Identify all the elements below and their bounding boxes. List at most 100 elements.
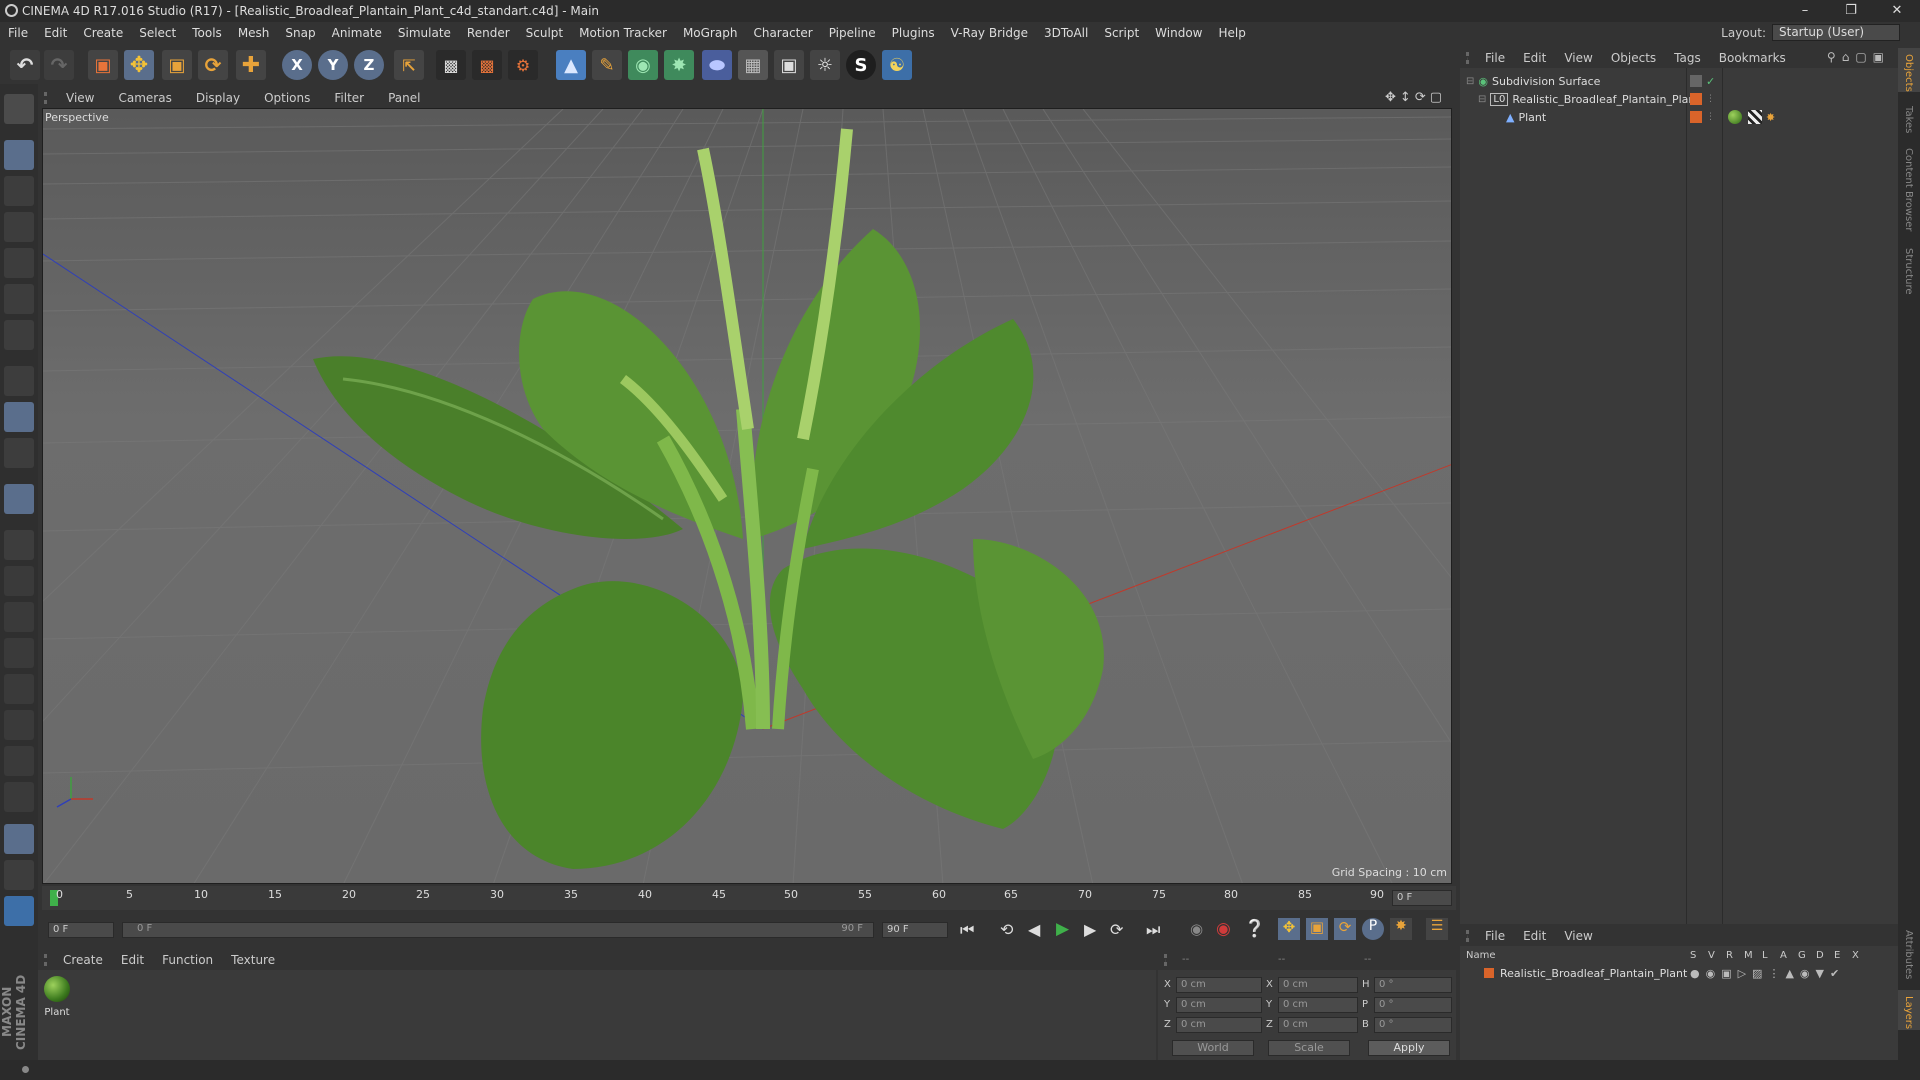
column-g[interactable]: G <box>1798 950 1806 961</box>
object-row-plant[interactable]: ▲ Plant ⋮ ✸ <box>1460 108 1898 126</box>
menu-3dtoall[interactable]: 3DToAll <box>1036 26 1096 40</box>
layer-color-icon[interactable] <box>1690 75 1702 87</box>
layers-menu-file[interactable]: File <box>1476 929 1514 943</box>
size-mode-dropdown[interactable]: Scale <box>1268 1040 1350 1056</box>
viewport-menu-panel[interactable]: Panel <box>376 91 432 105</box>
sculpt-smooth-icon[interactable] <box>4 638 34 668</box>
phong-tag-icon[interactable]: ✸ <box>1766 111 1775 124</box>
minimize-button[interactable]: – <box>1782 0 1828 22</box>
layer-row[interactable]: Realistic_Broadleaf_Plantain_Plant ●◉▣▷▨… <box>1460 964 1898 982</box>
menu-help[interactable]: Help <box>1210 26 1253 40</box>
camera-object-icon[interactable]: ▣ <box>774 50 804 80</box>
make-editable-icon[interactable] <box>4 94 34 124</box>
current-frame-field[interactable]: 0 F <box>1392 890 1452 906</box>
column-s[interactable]: S <box>1690 950 1696 961</box>
timeline-menu-icon[interactable]: ☰ <box>1426 918 1448 940</box>
menu-pipeline[interactable]: Pipeline <box>821 26 884 40</box>
menu-render[interactable]: Render <box>459 26 518 40</box>
key-point-level-icon[interactable]: ✸ <box>1390 918 1412 940</box>
viewport-nav-icons[interactable]: ✥↕⟳▢ <box>1385 90 1446 105</box>
column-name[interactable]: Name <box>1466 950 1496 961</box>
tab-layers[interactable]: Layers <box>1903 996 1914 1029</box>
collapse-icon[interactable]: ⊟ <box>1478 94 1486 105</box>
previous-frame-icon[interactable]: ◀ <box>1028 920 1040 939</box>
menu-sculpt[interactable]: Sculpt <box>518 26 571 40</box>
material-menu-function[interactable]: Function <box>153 953 222 967</box>
objects-menu-edit[interactable]: Edit <box>1514 51 1555 65</box>
position-y-field[interactable]: 0 cm <box>1176 997 1262 1013</box>
panel-grip-icon[interactable] <box>1164 954 1174 966</box>
y-axis-icon[interactable]: Y <box>318 50 348 80</box>
menu-animate[interactable]: Animate <box>324 26 390 40</box>
column-r[interactable]: R <box>1726 950 1733 961</box>
size-y-field[interactable]: 0 cm <box>1278 997 1358 1013</box>
objects-menu-file[interactable]: File <box>1476 51 1514 65</box>
menu-file[interactable]: File <box>0 26 36 40</box>
3d-viewport[interactable]: Perspective Grid Spacing : 10 cm <box>42 108 1452 884</box>
column-x[interactable]: X <box>1852 950 1859 961</box>
sketch-style-icon[interactable]: S <box>846 50 876 80</box>
material-menu-edit[interactable]: Edit <box>112 953 153 967</box>
render-settings-icon[interactable]: ⚙ <box>508 50 538 80</box>
layers-menu-edit[interactable]: Edit <box>1514 929 1555 943</box>
next-frame-icon[interactable]: ▶ <box>1084 920 1096 939</box>
sculpt-flatten-icon[interactable] <box>4 674 34 704</box>
rotate-tool-icon[interactable]: ⟳ <box>198 50 228 80</box>
column-l[interactable]: L <box>1762 950 1768 961</box>
z-axis-icon[interactable]: Z <box>354 50 384 80</box>
sculpt-knife-icon[interactable] <box>4 782 34 812</box>
menu-select[interactable]: Select <box>131 26 184 40</box>
deformer-icon[interactable]: ⬬ <box>702 50 732 80</box>
menu-script[interactable]: Script <box>1096 26 1147 40</box>
panel-grip-icon[interactable] <box>44 92 54 104</box>
array-generator-icon[interactable]: ✸ <box>664 50 694 80</box>
x-axis-icon[interactable]: X <box>282 50 312 80</box>
key-position-icon[interactable]: ✥ <box>1278 918 1300 940</box>
objects-menu-tags[interactable]: Tags <box>1665 51 1710 65</box>
undo-icon[interactable]: ↶ <box>10 50 40 80</box>
uvw-tag-icon[interactable] <box>1748 110 1762 124</box>
start-frame-field[interactable]: 0 F <box>48 922 114 938</box>
apply-button[interactable]: Apply <box>1368 1040 1450 1056</box>
layer-color-icon[interactable] <box>1690 111 1702 123</box>
menu-create[interactable]: Create <box>75 26 131 40</box>
sculpt-pull-icon[interactable] <box>4 602 34 632</box>
workplane-mode-icon[interactable] <box>4 212 34 242</box>
menu-edit[interactable]: Edit <box>36 26 75 40</box>
coordinate-space-dropdown[interactable]: World <box>1172 1040 1254 1056</box>
visibility-dots-icon[interactable]: ⋮ <box>1706 94 1715 104</box>
size-z-field[interactable]: 0 cm <box>1278 1017 1358 1033</box>
size-x-field[interactable]: 0 cm <box>1278 977 1358 993</box>
coordinate-system-icon[interactable]: ⇱ <box>394 50 424 80</box>
material-swatch[interactable]: Plant <box>42 974 72 1020</box>
spline-pen-icon[interactable]: ✎ <box>592 50 622 80</box>
redo-icon[interactable]: ↷ <box>44 50 74 80</box>
material-tag-icon[interactable] <box>1728 110 1742 124</box>
python-script-icon[interactable]: ☯ <box>882 50 912 80</box>
object-row-plantain-plant[interactable]: ⊟ L0 Realistic_Broadleaf_Plantain_Plant … <box>1460 90 1898 108</box>
tab-structure[interactable]: Structure <box>1903 248 1914 295</box>
menu-mesh[interactable]: Mesh <box>230 26 278 40</box>
menu-plugins[interactable]: Plugins <box>884 26 943 40</box>
transform-tool-icon[interactable]: ✚ <box>236 50 266 80</box>
viewport-menu-options[interactable]: Options <box>252 91 322 105</box>
enabled-check-icon[interactable]: ✓ <box>1706 75 1715 88</box>
panel-grip-icon[interactable] <box>1466 930 1476 942</box>
position-z-field[interactable]: 0 cm <box>1176 1017 1262 1033</box>
layers-menu-view[interactable]: View <box>1555 929 1601 943</box>
viewport-menu-filter[interactable]: Filter <box>322 91 376 105</box>
objects-menu-bookmarks[interactable]: Bookmarks <box>1710 51 1795 65</box>
menu-simulate[interactable]: Simulate <box>390 26 459 40</box>
render-picture-viewer-icon[interactable]: ▩ <box>472 50 502 80</box>
record-keys-icon[interactable]: ◉ <box>1190 920 1203 938</box>
collapse-icon[interactable]: ⊟ <box>1466 76 1474 87</box>
axis-mode-icon[interactable] <box>4 366 34 396</box>
model-mode-icon[interactable] <box>4 140 34 170</box>
visibility-dots-icon[interactable]: ⋮ <box>1706 112 1715 122</box>
go-to-start-icon[interactable]: ⏮ <box>960 920 974 940</box>
play-forward-icon[interactable]: ▶ <box>1056 919 1069 939</box>
grid-plane-icon[interactable] <box>4 824 34 854</box>
key-parameter-icon[interactable]: P <box>1362 918 1384 940</box>
light-object-icon[interactable]: ☼ <box>810 50 840 80</box>
end-frame-field[interactable]: 90 F <box>882 922 948 938</box>
